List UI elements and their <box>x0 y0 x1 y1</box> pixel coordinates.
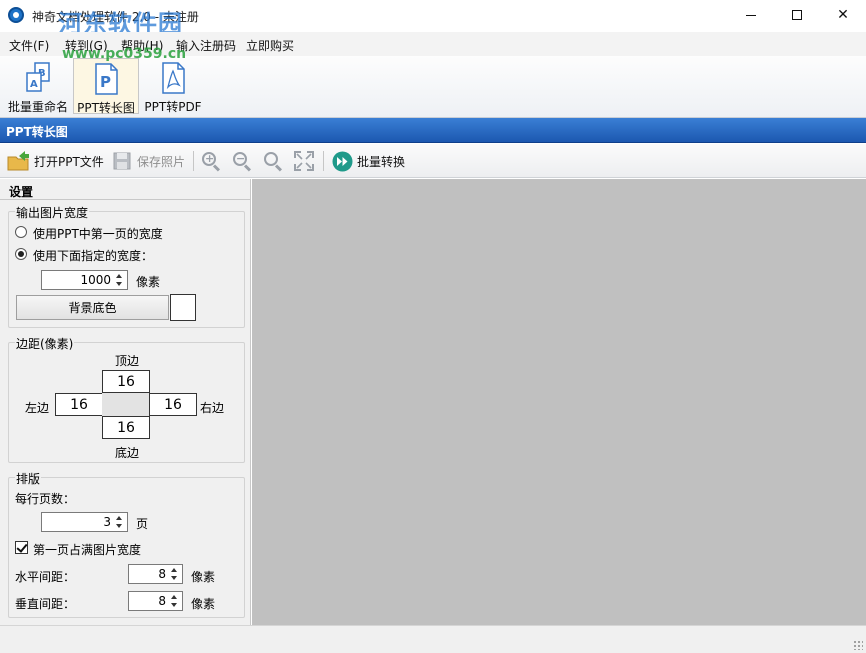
svg-text:A: A <box>30 79 38 90</box>
ribbon-ppt-to-pdf[interactable]: PPT转PDF <box>141 58 205 114</box>
h-spacing-stepper[interactable]: 8 <box>128 564 183 584</box>
top-margin-label: 顶边 <box>115 354 140 368</box>
stepper-arrows-icon[interactable] <box>170 593 180 609</box>
right-margin-field[interactable]: 16 <box>149 393 197 416</box>
zoom-actual-icon <box>263 151 283 172</box>
h-spacing-label: 水平间距： <box>15 570 76 584</box>
ppt-icon: P <box>91 62 121 96</box>
zoom-in-icon: + <box>201 151 221 172</box>
zoom-out-button[interactable]: − <box>232 149 252 173</box>
stepper-arrows-icon[interactable] <box>170 566 180 582</box>
layout-group: 排版 每行页数： 3 页 第一页占满图片宽度 水平间距： 8 像素 垂直间距： … <box>8 470 245 618</box>
save-image-button[interactable]: 保存照片 <box>112 149 185 173</box>
close-button[interactable]: ✕ <box>820 0 866 30</box>
menu-buy[interactable]: 立即购买 <box>246 37 294 54</box>
minimize-icon <box>746 14 756 16</box>
width-value: 1000 <box>80 273 111 287</box>
ribbon-ppt-to-long-image[interactable]: P PPT转长图 <box>73 58 139 115</box>
output-width-label: 输出图片宽度 <box>15 204 90 221</box>
zoom-actual-button[interactable] <box>263 149 283 173</box>
v-spacing-stepper[interactable]: 8 <box>128 591 183 611</box>
margin-center <box>102 393 150 416</box>
batch-convert-label: 批量转换 <box>357 154 406 169</box>
open-ppt-label: 打开PPT文件 <box>34 154 104 169</box>
pages-per-row-value: 3 <box>103 515 111 529</box>
left-margin-field[interactable]: 16 <box>55 393 103 416</box>
v-spacing-label: 垂直间距： <box>15 597 76 611</box>
background-color-button[interactable]: 背景底色 <box>16 295 169 320</box>
margins-group: 边距(像素) 顶边 16 左边 16 16 右边 16 底边 <box>8 335 245 463</box>
ribbon-batch-rename[interactable]: B A 批量重命名 <box>4 58 72 114</box>
zoom-out-icon: − <box>232 151 252 172</box>
pages-unit: 页 <box>136 517 149 531</box>
background-color-swatch[interactable] <box>170 294 196 321</box>
settings-panel: 设置 输出图片宽度 使用PPT中第一页的宽度 使用下面指定的宽度： 1000 像… <box>0 179 251 625</box>
close-icon: ✕ <box>837 7 849 23</box>
fast-forward-icon <box>332 151 353 171</box>
batch-rename-icon: B A <box>23 61 53 95</box>
app-icon <box>8 7 24 23</box>
width-unit: 像素 <box>136 275 161 289</box>
save-icon <box>113 152 131 170</box>
stepper-arrows-icon[interactable] <box>115 272 125 288</box>
status-bar <box>0 625 866 653</box>
right-margin-label: 右边 <box>200 401 225 415</box>
save-image-label: 保存照片 <box>137 154 186 169</box>
ribbon-ppt-to-long-image-label: PPT转长图 <box>77 101 135 115</box>
radio-specified-width[interactable] <box>15 248 27 260</box>
batch-convert-button[interactable]: 批量转换 <box>332 149 405 173</box>
menu-file[interactable]: 文件(F) <box>9 37 49 54</box>
open-ppt-button[interactable]: 打开PPT文件 <box>7 149 104 173</box>
layout-label: 排版 <box>15 470 42 487</box>
open-folder-icon <box>7 151 29 171</box>
title-bar: 神奇文档处理软件 2.0 - 未注册 河东软件园 ✕ <box>0 0 866 38</box>
output-width-group: 输出图片宽度 使用PPT中第一页的宽度 使用下面指定的宽度： 1000 像素 背… <box>8 204 245 328</box>
h-spacing-value: 8 <box>158 567 166 581</box>
maximize-button[interactable] <box>774 0 820 30</box>
toolbar-separator-2 <box>323 151 324 171</box>
specified-width-label: 使用下面指定的宽度： <box>33 249 154 263</box>
width-stepper[interactable]: 1000 <box>41 270 128 290</box>
left-margin-label: 左边 <box>25 401 50 415</box>
maximize-icon <box>792 10 802 20</box>
fit-window-icon <box>294 151 314 171</box>
margins-label: 边距(像素) <box>15 335 75 352</box>
ribbon-batch-rename-label: 批量重命名 <box>7 100 68 114</box>
resize-grip-icon[interactable] <box>853 640 863 650</box>
v-spacing-unit: 像素 <box>191 597 216 611</box>
toolbar: 打开PPT文件 保存照片 + − 批量转换 <box>0 144 866 178</box>
first-page-full-checkbox[interactable] <box>15 541 28 554</box>
watermark-url: www.pc0359.cn <box>62 46 187 62</box>
v-spacing-value: 8 <box>158 594 166 608</box>
first-page-full-label: 第一页占满图片宽度 <box>33 543 142 557</box>
pdf-icon <box>158 61 188 95</box>
settings-title: 设置 <box>9 185 34 199</box>
page-title: PPT转长图 <box>0 118 866 143</box>
preview-canvas[interactable] <box>252 179 866 625</box>
bottom-margin-field[interactable]: 16 <box>102 416 150 439</box>
radio-first-page-width[interactable] <box>15 226 27 238</box>
svg-text:P: P <box>100 73 111 91</box>
ribbon-ppt-to-pdf-label: PPT转PDF <box>144 100 202 114</box>
zoom-in-button[interactable]: + <box>201 149 221 173</box>
first-page-width-label: 使用PPT中第一页的宽度 <box>33 227 163 241</box>
ribbon: B A 批量重命名 P PPT转长图 PPT转PDF www.pc0359.cn <box>0 46 866 118</box>
bottom-margin-label: 底边 <box>115 446 140 460</box>
fit-window-button[interactable] <box>293 149 315 173</box>
minimize-button[interactable] <box>728 0 774 30</box>
top-margin-field[interactable]: 16 <box>102 370 150 393</box>
pages-per-row-label: 每行页数： <box>15 492 76 506</box>
h-spacing-unit: 像素 <box>191 570 216 584</box>
divider <box>0 199 250 200</box>
stepper-arrows-icon[interactable] <box>115 514 125 530</box>
pages-per-row-stepper[interactable]: 3 <box>41 512 128 532</box>
toolbar-separator <box>193 151 194 171</box>
